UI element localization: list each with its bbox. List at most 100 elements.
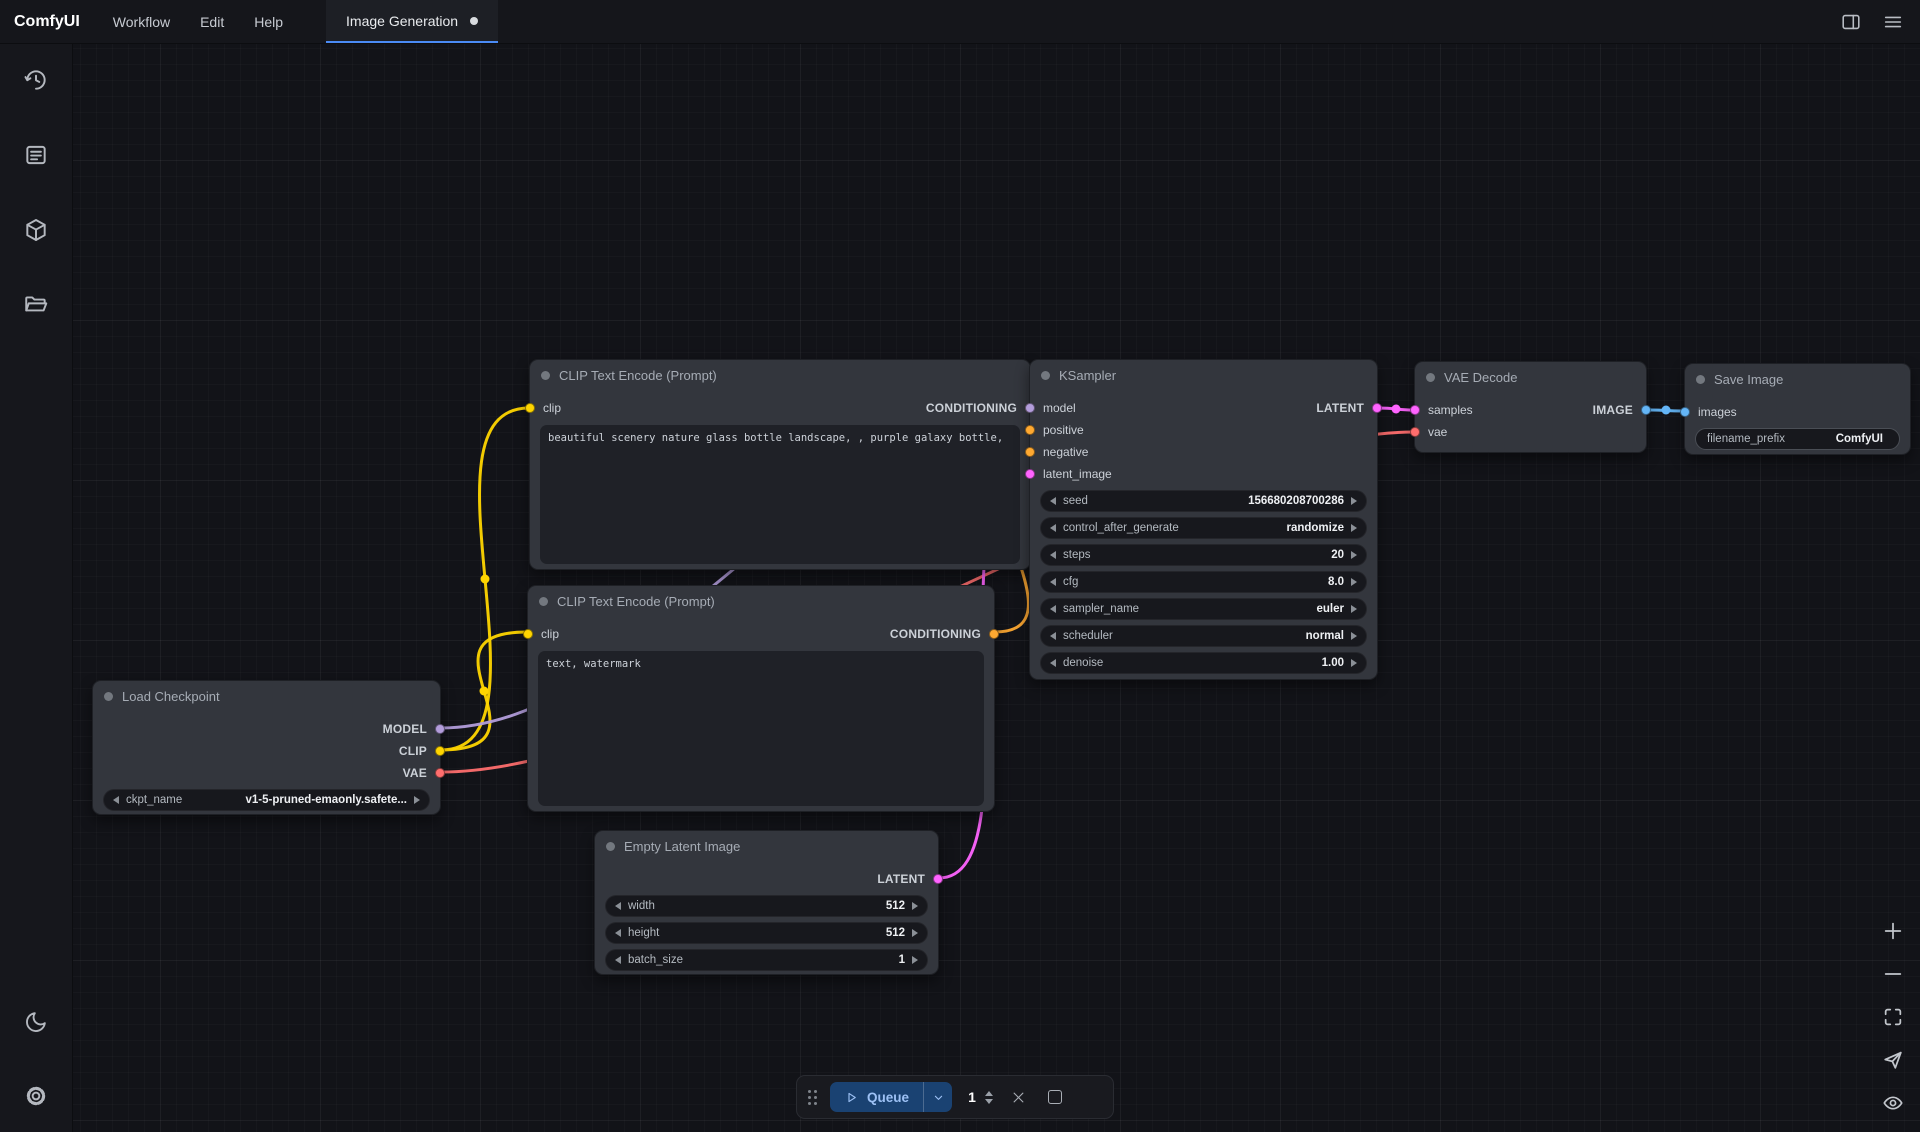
widget-control-after-generate[interactable]: control_after_generate randomize bbox=[1040, 517, 1367, 539]
input-port-vae[interactable] bbox=[1410, 427, 1420, 437]
collapse-toggle-icon[interactable] bbox=[1041, 371, 1050, 380]
node-title-bar[interactable]: Load Checkpoint bbox=[93, 681, 440, 711]
collapse-toggle-icon[interactable] bbox=[541, 371, 550, 380]
select-mode-button[interactable] bbox=[1880, 1047, 1906, 1073]
node-save-image[interactable]: Save Image images filename_prefix ComfyU… bbox=[1684, 363, 1911, 455]
widget-cfg[interactable]: cfg 8.0 bbox=[1040, 571, 1367, 593]
increment-icon[interactable] bbox=[1351, 524, 1357, 532]
menu-workflow[interactable]: Workflow bbox=[98, 0, 185, 43]
decrement-icon[interactable] bbox=[1050, 551, 1056, 559]
input-port-negative[interactable] bbox=[1025, 447, 1035, 457]
prompt-textarea[interactable]: text, watermark bbox=[538, 651, 984, 806]
node-title-bar[interactable]: Empty Latent Image bbox=[595, 831, 938, 861]
output-port-clip[interactable] bbox=[435, 746, 445, 756]
stop-button[interactable] bbox=[1043, 1085, 1067, 1109]
widget-steps[interactable]: steps 20 bbox=[1040, 544, 1367, 566]
input-port-samples[interactable] bbox=[1410, 405, 1420, 415]
increment-icon[interactable] bbox=[1351, 578, 1357, 586]
increment-icon[interactable] bbox=[912, 929, 918, 937]
widget-ckpt-name[interactable]: ckpt_name v1-5-pruned-emaonly.safete... bbox=[103, 789, 430, 811]
decrement-icon[interactable] bbox=[1050, 497, 1056, 505]
input-port-model[interactable] bbox=[1025, 403, 1035, 413]
output-port-model[interactable] bbox=[435, 724, 445, 734]
decrement-icon[interactable] bbox=[113, 796, 119, 804]
input-port-latent-image[interactable] bbox=[1025, 469, 1035, 479]
sidebar-item-workflows[interactable] bbox=[14, 283, 58, 327]
node-title-bar[interactable]: CLIP Text Encode (Prompt) bbox=[528, 586, 994, 616]
stepper-down-icon[interactable] bbox=[985, 1099, 993, 1104]
decrement-icon[interactable] bbox=[1050, 578, 1056, 586]
increment-icon[interactable] bbox=[1351, 632, 1357, 640]
decrement-icon[interactable] bbox=[615, 902, 621, 910]
widget-denoise[interactable]: denoise 1.00 bbox=[1040, 652, 1367, 674]
node-clip-text-encode-negative[interactable]: CLIP Text Encode (Prompt) clip CONDITION… bbox=[527, 585, 995, 812]
prompt-textarea[interactable]: beautiful scenery nature glass bottle la… bbox=[540, 425, 1020, 564]
widget-filename-prefix[interactable]: filename_prefix ComfyUI bbox=[1695, 428, 1900, 450]
stepper-up-icon[interactable] bbox=[985, 1091, 993, 1096]
collapse-toggle-icon[interactable] bbox=[104, 692, 113, 701]
node-title-bar[interactable]: CLIP Text Encode (Prompt) bbox=[530, 360, 1030, 390]
sidebar-item-model-library[interactable] bbox=[14, 208, 58, 252]
queue-button[interactable]: Queue bbox=[830, 1082, 952, 1112]
node-load-checkpoint[interactable]: Load Checkpoint MODEL CLIP VAE ckpt_name… bbox=[92, 680, 441, 815]
decrement-icon[interactable] bbox=[615, 956, 621, 964]
collapse-toggle-icon[interactable] bbox=[1696, 375, 1705, 384]
input-port-images[interactable] bbox=[1680, 407, 1690, 417]
collapse-toggle-icon[interactable] bbox=[539, 597, 548, 606]
node-ksampler[interactable]: KSampler model LATENT positive negative … bbox=[1029, 359, 1378, 680]
menu-edit[interactable]: Edit bbox=[185, 0, 239, 43]
output-port-latent[interactable] bbox=[933, 874, 943, 884]
collapse-toggle-icon[interactable] bbox=[606, 842, 615, 851]
input-port-clip[interactable] bbox=[525, 403, 535, 413]
increment-icon[interactable] bbox=[414, 796, 420, 804]
widget-scheduler[interactable]: scheduler normal bbox=[1040, 625, 1367, 647]
port-row-model-latent: model LATENT bbox=[1030, 397, 1377, 419]
toggle-link-visibility-button[interactable] bbox=[1880, 1090, 1906, 1116]
sidebar-item-queue[interactable] bbox=[14, 133, 58, 177]
decrement-icon[interactable] bbox=[1050, 605, 1056, 613]
widget-width[interactable]: width 512 bbox=[605, 895, 928, 917]
increment-icon[interactable] bbox=[912, 902, 918, 910]
zoom-in-button[interactable] bbox=[1880, 918, 1906, 944]
output-port-vae[interactable] bbox=[435, 768, 445, 778]
zoom-out-button[interactable] bbox=[1880, 961, 1906, 987]
decrement-icon[interactable] bbox=[1050, 524, 1056, 532]
theme-toggle-button[interactable] bbox=[14, 999, 58, 1043]
output-port-image[interactable] bbox=[1641, 405, 1651, 415]
node-title-bar[interactable]: Save Image bbox=[1685, 364, 1910, 394]
menu-help[interactable]: Help bbox=[239, 0, 298, 43]
tab-unsaved-dot[interactable] bbox=[470, 17, 478, 25]
panel-toggle-button[interactable] bbox=[1838, 9, 1864, 35]
node-title-bar[interactable]: VAE Decode bbox=[1415, 362, 1646, 392]
queue-options-button[interactable] bbox=[924, 1082, 952, 1112]
increment-icon[interactable] bbox=[912, 956, 918, 964]
output-port-latent[interactable] bbox=[1372, 403, 1382, 413]
decrement-icon[interactable] bbox=[1050, 659, 1056, 667]
collapse-toggle-icon[interactable] bbox=[1426, 373, 1435, 382]
increment-icon[interactable] bbox=[1351, 605, 1357, 613]
widget-batch-size[interactable]: batch_size 1 bbox=[605, 949, 928, 971]
settings-button[interactable] bbox=[14, 1074, 58, 1118]
sidebar-item-history[interactable] bbox=[14, 58, 58, 102]
tab-image-generation[interactable]: Image Generation bbox=[326, 0, 498, 43]
fit-view-button[interactable] bbox=[1880, 1004, 1906, 1030]
cancel-button[interactable] bbox=[1006, 1085, 1030, 1109]
increment-icon[interactable] bbox=[1351, 551, 1357, 559]
widget-sampler-name[interactable]: sampler_name euler bbox=[1040, 598, 1367, 620]
increment-icon[interactable] bbox=[1351, 659, 1357, 667]
increment-icon[interactable] bbox=[1351, 497, 1357, 505]
node-title-bar[interactable]: KSampler bbox=[1030, 360, 1377, 390]
main-menu-button[interactable] bbox=[1880, 9, 1906, 35]
decrement-icon[interactable] bbox=[1050, 632, 1056, 640]
node-vae-decode[interactable]: VAE Decode samples IMAGE vae bbox=[1414, 361, 1647, 453]
batch-count-field[interactable]: 1 bbox=[965, 1089, 993, 1105]
widget-seed[interactable]: seed 156680208700286 bbox=[1040, 490, 1367, 512]
output-port-conditioning[interactable] bbox=[989, 629, 999, 639]
drag-handle-icon[interactable] bbox=[808, 1090, 817, 1105]
decrement-icon[interactable] bbox=[615, 929, 621, 937]
input-port-clip[interactable] bbox=[523, 629, 533, 639]
node-clip-text-encode-positive[interactable]: CLIP Text Encode (Prompt) clip CONDITION… bbox=[529, 359, 1031, 570]
input-port-positive[interactable] bbox=[1025, 425, 1035, 435]
widget-height[interactable]: height 512 bbox=[605, 922, 928, 944]
node-empty-latent-image[interactable]: Empty Latent Image LATENT width 512 heig… bbox=[594, 830, 939, 975]
